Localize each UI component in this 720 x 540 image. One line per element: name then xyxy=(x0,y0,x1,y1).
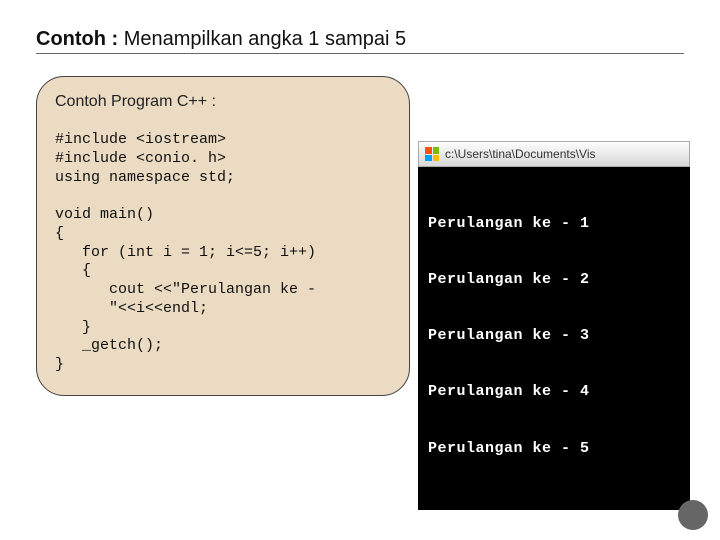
console-output: Perulangan ke - 1 Perulangan ke - 2 Peru… xyxy=(418,167,690,510)
console-line: Perulangan ke - 4 xyxy=(428,383,680,402)
output-window: c:\Users\tina\Documents\Vis Perulangan k… xyxy=(418,141,690,510)
code-block: #include <iostream> #include <conio. h> … xyxy=(55,131,391,375)
title-underline xyxy=(36,53,684,54)
title-section: Contoh : Menampilkan angka 1 sampai 5 xyxy=(0,0,720,58)
console-line: Perulangan ke - 5 xyxy=(428,440,680,459)
title-bold: Contoh : xyxy=(36,28,118,50)
title-rest: Menampilkan angka 1 sampai 5 xyxy=(118,28,406,50)
console-line: Perulangan ke - 2 xyxy=(428,271,680,290)
window-titlebar: c:\Users\tina\Documents\Vis xyxy=(418,141,690,167)
content-area: Contoh Program C++ : #include <iostream>… xyxy=(0,58,720,396)
code-card: Contoh Program C++ : #include <iostream>… xyxy=(36,76,410,396)
titlebar-path: c:\Users\tina\Documents\Vis xyxy=(445,147,596,161)
page-title: Contoh : Menampilkan angka 1 sampai 5 xyxy=(36,28,684,51)
corner-decoration xyxy=(678,500,708,530)
console-line: Perulangan ke - 1 xyxy=(428,215,680,234)
card-heading: Contoh Program C++ : xyxy=(55,93,391,111)
console-line: Perulangan ke - 3 xyxy=(428,327,680,346)
app-icon xyxy=(425,147,439,161)
